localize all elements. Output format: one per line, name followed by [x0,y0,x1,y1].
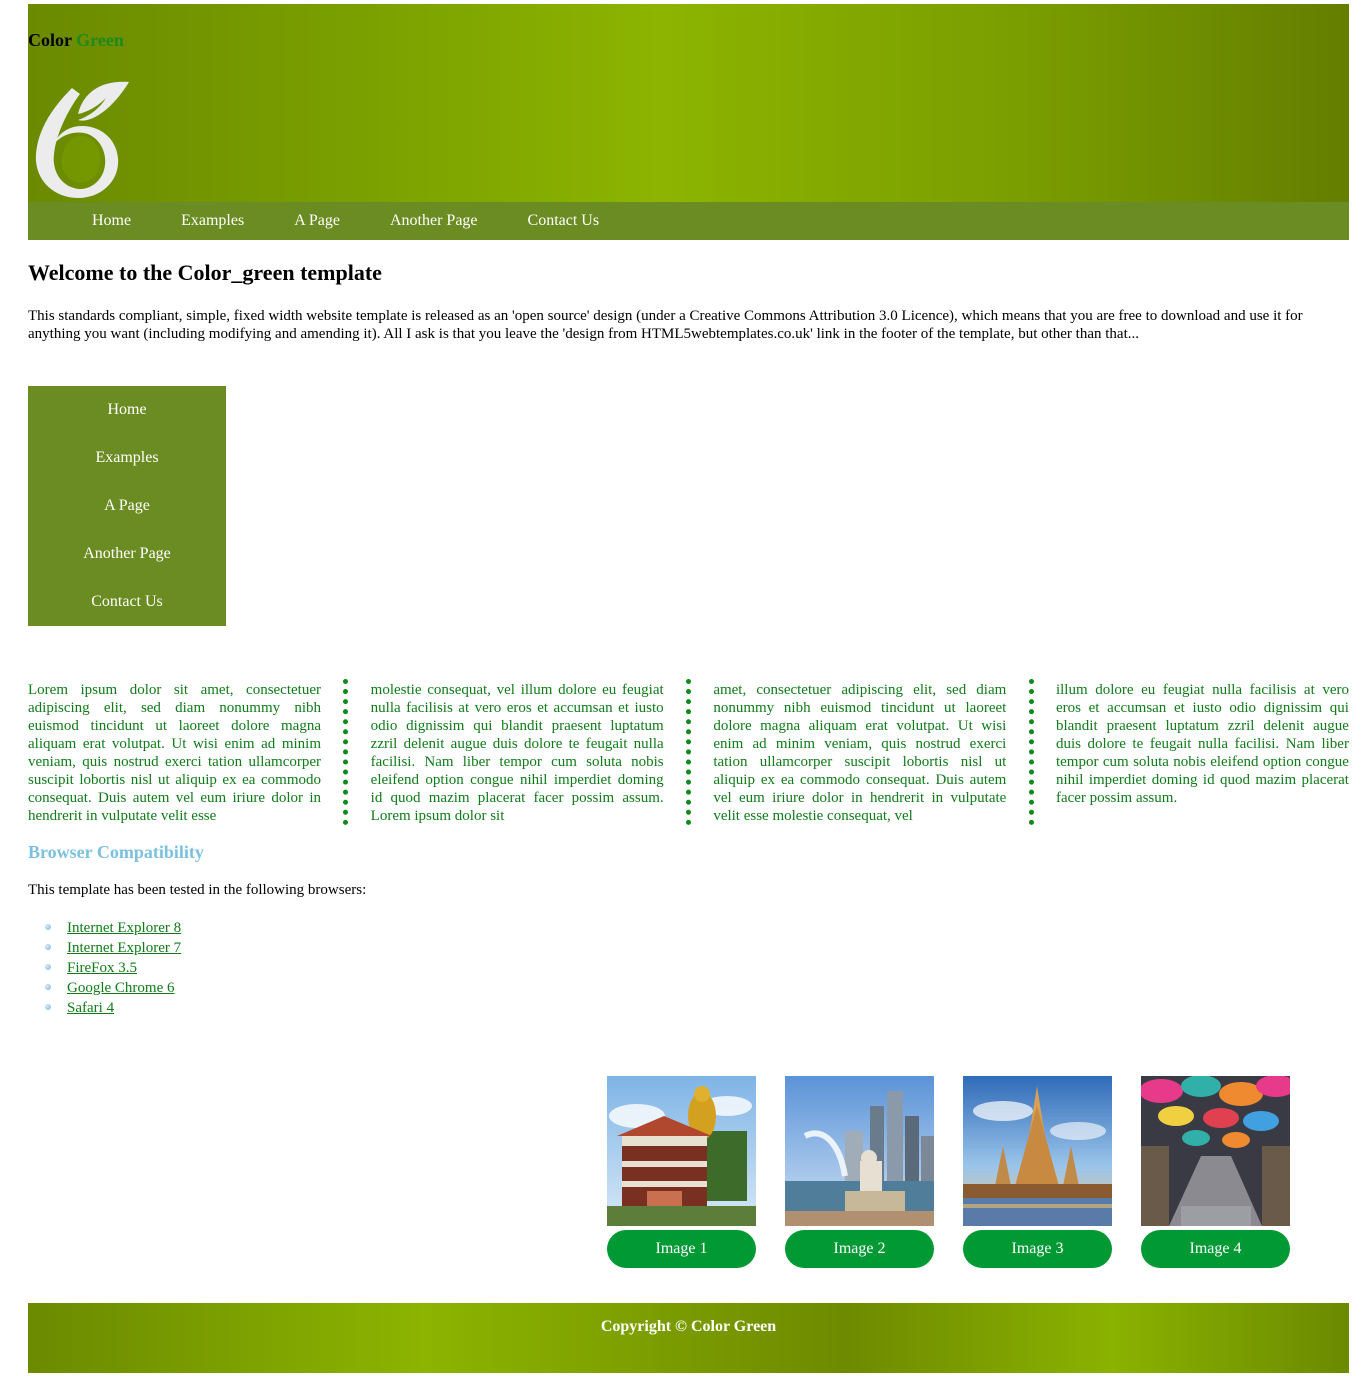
image-1-button[interactable]: Image 1 [607,1230,756,1268]
text-column-3: amet, consectetuer adipiscing elit, sed … [713,682,1007,824]
site-title-part1: Color [28,30,72,50]
image-gallery: Image 1 Image 2 Image 3 Image 4 [607,1076,1319,1268]
column-divider [685,679,691,825]
list-item: Google Chrome 6 [28,978,181,998]
topnav-another-page[interactable]: Another Page [390,212,478,230]
list-item: Internet Explorer 8 [28,918,181,938]
image-4-button[interactable]: Image 4 [1141,1230,1290,1268]
topnav-home[interactable]: Home [92,212,131,230]
column-divider [1028,679,1034,825]
temple-photo-icon[interactable] [607,1076,756,1226]
gallery-item: Image 3 [963,1076,1112,1268]
text-column-1: Lorem ipsum dolor sit amet, consectetuer… [28,682,321,824]
copyright-text: Copyright © Color Green [600,1318,777,1335]
welcome-heading: Welcome to the Color_green template [28,260,382,285]
topnav-examples[interactable]: Examples [181,212,244,230]
gallery-item: Image 2 [785,1076,934,1268]
browser-compat-heading: Browser Compatibility [28,842,204,862]
site-title: Color Green [28,30,124,51]
list-item: FireFox 3.5 [28,958,181,978]
leaf-logo-icon [35,81,129,198]
topnav-a-page[interactable]: A Page [294,212,340,230]
list-item: Safari 4 [28,998,181,1018]
image-3-button[interactable]: Image 3 [963,1230,1112,1268]
side-nav-menu: Home Examples A Page Another Page Contac… [28,386,226,626]
pagoda-photo-icon[interactable] [963,1076,1112,1226]
column-divider [343,679,349,825]
sidenav-contact-us[interactable]: Contact Us [28,578,226,626]
page: Color Green Home Examples A Page Another… [28,4,1349,1373]
text-columns: Lorem ipsum dolor sit amet, consectetuer… [28,679,1349,827]
browser-link-chrome[interactable]: Google Chrome 6 [67,980,174,996]
text-column-4: illum dolore eu feugiat nulla facilisis … [1055,682,1349,806]
browser-compat-text: This template has been tested in the fol… [28,882,367,898]
merlion-city-photo-icon[interactable] [785,1076,934,1226]
top-nav-bar: Home Examples A Page Another Page Contac… [28,202,1349,240]
welcome-text: This standards compliant, simple, fixed … [28,308,1303,342]
sidenav-examples[interactable]: Examples [28,434,226,482]
sidenav-another-page[interactable]: Another Page [28,530,226,578]
site-title-part2: Green [76,30,124,50]
image-2-button[interactable]: Image 2 [785,1230,934,1268]
gallery-item: Image 1 [607,1076,756,1268]
umbrella-street-photo-icon[interactable] [1141,1076,1290,1226]
browser-list: Internet Explorer 8 Internet Explorer 7 … [28,918,181,1018]
topnav-contact-us[interactable]: Contact Us [528,212,600,230]
sidenav-a-page[interactable]: A Page [28,482,226,530]
footer: Copyright © Color Green [28,1303,1349,1373]
gallery-item: Image 4 [1141,1076,1290,1268]
list-item: Internet Explorer 7 [28,938,181,958]
browser-link-safari[interactable]: Safari 4 [67,1000,114,1016]
browser-link-ie7[interactable]: Internet Explorer 7 [67,940,181,956]
text-column-2: molestie consequat, vel illum dolore eu … [370,682,664,824]
browser-link-ie8[interactable]: Internet Explorer 8 [67,920,181,936]
header-banner: Color Green [28,4,1349,202]
browser-link-firefox[interactable]: FireFox 3.5 [67,960,137,976]
sidenav-home[interactable]: Home [28,386,226,434]
